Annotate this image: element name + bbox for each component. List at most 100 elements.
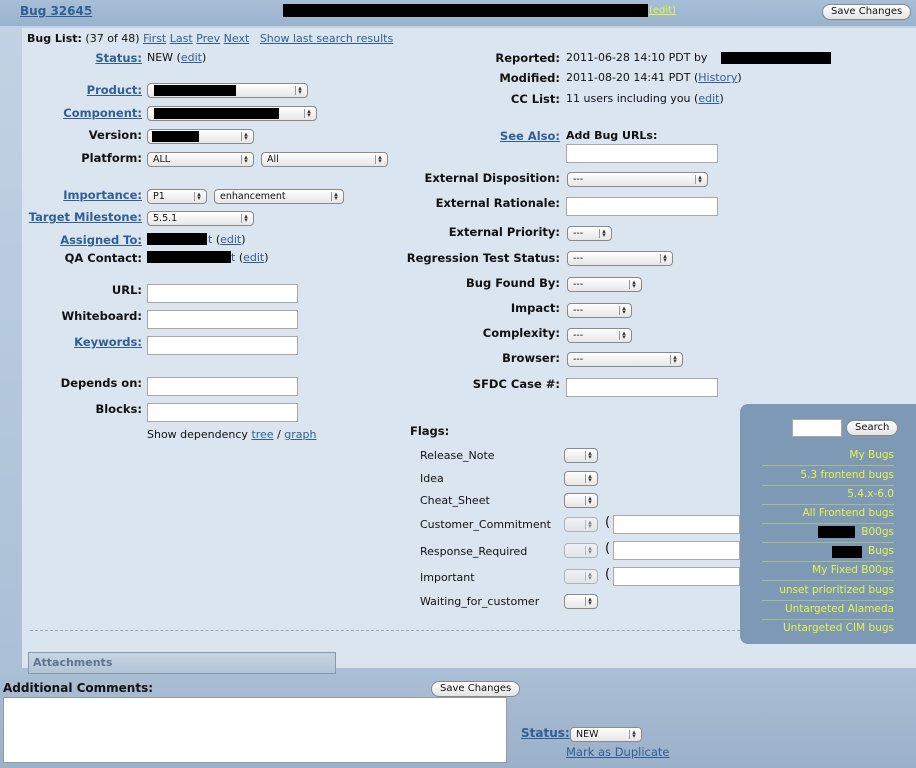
redacted-qa-contact [147, 251, 231, 263]
keywords-help-link[interactable]: Keywords: [74, 335, 142, 349]
assigned-edit-link[interactable]: edit [220, 233, 241, 246]
flag-select-important[interactable]: ▴ ▾ [564, 569, 598, 584]
bottom-status-help-link[interactable]: Status: [521, 726, 570, 740]
external-rationale-label: External Rationale: [435, 196, 560, 210]
complexity-value: --- [573, 330, 584, 341]
select-arrows-icon: ▴ ▾ [585, 519, 594, 530]
requestee-paren: ( [605, 541, 611, 556]
saved-search-unset-prioritized[interactable]: unset prioritized bugs [779, 584, 894, 596]
quicksearch-input[interactable] [792, 419, 842, 437]
sidebar-divider [762, 542, 894, 543]
next-link[interactable]: Next [224, 32, 250, 45]
saved-search-untargeted-cim[interactable]: Untargeted CIM bugs [783, 622, 894, 634]
select-arrows-icon: ▴ ▾ [619, 305, 628, 316]
see-also-input[interactable] [566, 144, 718, 163]
impact-select[interactable]: --- ▴ ▾ [567, 303, 632, 318]
importance-help-link[interactable]: Importance: [63, 188, 142, 202]
regression-test-status-select[interactable]: --- ▴ ▾ [567, 251, 673, 266]
external-disposition-label: External Disposition: [424, 171, 560, 185]
redacted-search-name [832, 546, 862, 558]
assigned-to-help-link[interactable]: Assigned To: [60, 233, 142, 247]
saved-search-bugs[interactable]: Bugs [868, 545, 894, 557]
save-changes-bottom-button[interactable]: Save Changes [431, 681, 521, 697]
priority-select[interactable]: P1 ▴ ▾ [147, 189, 207, 204]
attachments-header[interactable]: Attachments [28, 652, 336, 674]
search-button[interactable]: Search [846, 420, 899, 436]
target-milestone-help-link[interactable]: Target Milestone: [29, 210, 142, 224]
hardware-select[interactable]: ALL ▴ ▾ [147, 152, 254, 167]
component-help-link[interactable]: Component: [63, 106, 142, 120]
external-priority-select[interactable]: --- ▴ ▾ [567, 226, 612, 241]
external-rationale-input[interactable] [566, 197, 718, 216]
flag-select-release-note[interactable]: ▴ ▾ [564, 448, 598, 463]
saved-search-all-frontend[interactable]: All Frontend bugs [803, 507, 895, 519]
saved-search-53-frontend[interactable]: 5.3 frontend bugs [800, 469, 894, 481]
bug-list-count: (37 of 48) [85, 32, 140, 45]
saved-search-untargeted-alameda[interactable]: Untargeted Alameda [785, 603, 894, 615]
select-arrows-icon: ▴ ▾ [304, 108, 313, 119]
summary-edit-link[interactable]: (edit) [649, 5, 676, 16]
cc-edit-link[interactable]: edit [698, 92, 719, 105]
depends-on-label: Depends on: [60, 376, 142, 390]
bug-found-by-select[interactable]: --- ▴ ▾ [567, 277, 642, 292]
browser-select[interactable]: --- ▴ ▾ [567, 352, 683, 367]
impact-value: --- [573, 305, 584, 316]
status-edit-link[interactable]: edit [181, 51, 202, 64]
prev-link[interactable]: Prev [196, 32, 220, 45]
last-link[interactable]: Last [170, 32, 193, 45]
select-arrows-icon: ▴ ▾ [629, 279, 638, 290]
select-arrows-icon: ▴ ▾ [670, 354, 679, 365]
flag-select-waiting-for-customer[interactable]: ▴ ▾ [564, 594, 598, 609]
flag-requestee-important[interactable] [613, 567, 740, 586]
os-value: All [267, 154, 279, 165]
bug-number-link[interactable]: Bug 32645 [20, 4, 92, 18]
qa-edit-link[interactable]: edit [243, 251, 264, 264]
flag-select-response-required[interactable]: ▴ ▾ [564, 543, 598, 558]
status-help-link[interactable]: Status: [95, 51, 142, 65]
whiteboard-input[interactable] [147, 310, 298, 329]
sfdc-case-input[interactable] [566, 378, 718, 397]
flag-requestee-customer-commitment[interactable] [613, 515, 740, 534]
saved-search-my-bugs[interactable]: My Bugs [849, 449, 894, 461]
os-select[interactable]: All ▴ ▾ [261, 152, 388, 167]
mark-as-duplicate-link[interactable]: Mark as Duplicate [566, 745, 670, 759]
flag-requestee-response-required[interactable] [613, 541, 740, 560]
browser-label: Browser: [502, 351, 560, 365]
requestee-paren: ( [605, 515, 611, 530]
show-last-search-link[interactable]: Show last search results [260, 32, 393, 45]
blocks-input[interactable] [147, 403, 298, 422]
save-changes-top-button[interactable]: Save Changes [822, 4, 912, 20]
select-arrows-icon: ▴ ▾ [585, 596, 594, 607]
first-link[interactable]: First [143, 32, 166, 45]
keywords-input[interactable] [147, 336, 298, 355]
see-also-help-link[interactable]: See Also: [500, 129, 560, 143]
depends-on-input[interactable] [147, 377, 298, 396]
comment-textarea[interactable] [3, 697, 507, 763]
saved-search-54x-60[interactable]: 5.4.x-6.0 [847, 488, 894, 500]
sidebar-divider [762, 600, 894, 601]
redacted-assignee [147, 233, 207, 245]
target-milestone-select[interactable]: 5.5.1 ▴ ▾ [147, 211, 254, 226]
history-link[interactable]: History [698, 71, 737, 84]
saved-search-my-fixed-boogs[interactable]: My Fixed B00gs [812, 564, 894, 576]
external-priority-value: --- [573, 228, 584, 239]
sidebar-divider [762, 465, 894, 466]
external-disposition-select[interactable]: --- ▴ ▾ [567, 172, 708, 187]
flag-select-idea[interactable]: ▴ ▾ [564, 471, 598, 486]
flag-label-idea: Idea [420, 472, 444, 485]
dependency-graph-link[interactable]: graph [284, 428, 316, 441]
flag-select-customer-commitment[interactable]: ▴ ▾ [564, 517, 598, 532]
product-help-link[interactable]: Product: [87, 83, 142, 97]
dependency-tree-link[interactable]: tree [251, 428, 273, 441]
modified-row: 2011-08-20 14:41 PDT (History) [566, 71, 742, 84]
reported-value: 2011-06-28 14:10 PDT by [566, 51, 708, 64]
bottom-status-select[interactable]: NEW ▴ ▾ [570, 727, 642, 742]
flag-select-cheat-sheet[interactable]: ▴ ▾ [564, 493, 598, 508]
product-label: Product: [17, 83, 142, 97]
url-input[interactable] [147, 284, 298, 303]
severity-select[interactable]: enhancement ▴ ▾ [214, 189, 344, 204]
flag-label-cheat-sheet: Cheat_Sheet [420, 494, 490, 507]
complexity-select[interactable]: --- ▴ ▾ [567, 328, 632, 343]
saved-search-boogs[interactable]: B00gs [861, 526, 894, 538]
redacted-reporter [721, 52, 831, 64]
